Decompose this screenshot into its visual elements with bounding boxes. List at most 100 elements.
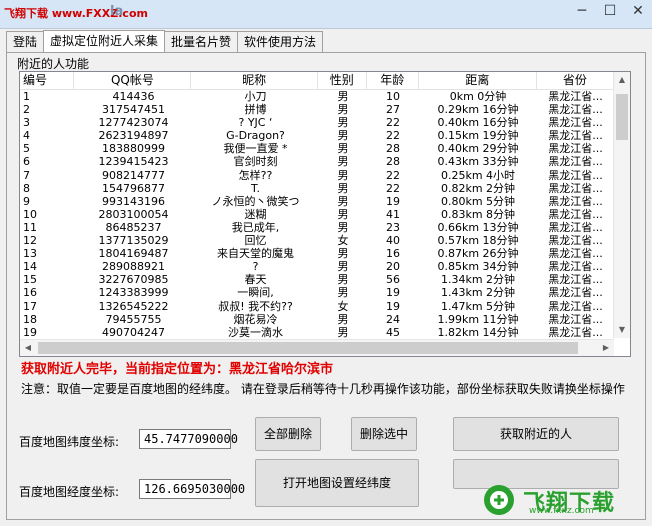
- cell-gender: 男: [337, 168, 349, 182]
- cell-qq: 154796877: [102, 181, 165, 195]
- close-button[interactable]: ✕: [624, 0, 652, 22]
- table-row[interactable]: 2 317547451 拼博 男 27 0.29km 16分钟 黑龙江省...: [20, 103, 614, 116]
- cell-distance: 0.80km 5分钟: [440, 194, 516, 208]
- cell-nickname: 叔叔! 我不约??: [218, 299, 293, 313]
- cell-province: 黑龙江省...: [548, 247, 603, 261]
- logo-icon: [484, 485, 514, 515]
- scroll-thumb[interactable]: [616, 94, 628, 140]
- table-row[interactable]: 5 183880999 我便一直爱 * 男 28 0.40km 29分钟 黑龙江省...: [20, 142, 614, 155]
- cell-nickname: 迷糊: [244, 207, 267, 221]
- table-row[interactable]: 1 414436 小刀 男 10 0km 0分钟 黑龙江省...: [20, 90, 614, 103]
- column-header[interactable]: 编号: [20, 72, 75, 89]
- cell-qq: 2623194897: [98, 129, 169, 143]
- get-nearby-button[interactable]: 获取附近的人: [453, 417, 619, 451]
- scroll-right-icon[interactable]: ▶: [598, 340, 614, 356]
- column-header[interactable]: QQ帐号: [74, 72, 192, 89]
- scroll-left-icon[interactable]: ◀: [20, 340, 36, 356]
- cell-gender: 男: [337, 129, 349, 143]
- longitude-label: 百度地图经度坐标:: [19, 485, 120, 499]
- cell-distance: 0.15km 19分钟: [437, 129, 519, 143]
- table-row[interactable]: 8 154796877 T. 男 22 0.82km 2分钟 黑龙江省...: [20, 182, 614, 195]
- tab-batch-like[interactable]: 批量名片赞: [164, 31, 239, 52]
- tab-usage[interactable]: 软件使用方法: [237, 31, 324, 52]
- cell-number: 14: [23, 260, 37, 274]
- cell-nickname: 官剑时刻: [233, 155, 278, 169]
- scroll-up-icon[interactable]: ▲: [614, 72, 630, 88]
- table-row[interactable]: 12 1377135029 回忆 女 40 0.57km 18分钟 黑龙江省...: [20, 234, 614, 247]
- horizontal-scrollbar[interactable]: ◀ ▶: [20, 339, 614, 356]
- cell-distance: 0.82km 2分钟: [440, 181, 516, 195]
- cell-province: 黑龙江省...: [548, 273, 603, 287]
- cell-number: 6: [23, 155, 30, 169]
- cell-province: 黑龙江省...: [548, 299, 603, 313]
- cell-number: 3: [23, 116, 30, 130]
- table-row[interactable]: 11 86485237 我已成年, 男 23 0.66km 13分钟 黑龙江省...: [20, 221, 614, 234]
- cell-nickname: 来自天堂的魔鬼: [217, 247, 294, 261]
- table-row[interactable]: 15 3227670985 春天 男 56 1.34km 2分钟 黑龙江省...: [20, 273, 614, 286]
- column-header[interactable]: 距离: [419, 72, 537, 89]
- cell-province: 黑龙江省...: [548, 142, 603, 156]
- cell-distance: 1.99km 11分钟: [437, 312, 519, 326]
- cell-number: 15: [23, 273, 37, 287]
- cell-qq: 1243383999: [98, 286, 169, 300]
- table-row[interactable]: 7 908214777 怎样?? 男 22 0.25km 4小时 黑龙江省...: [20, 169, 614, 182]
- scroll-thumb[interactable]: [38, 342, 578, 354]
- table-row[interactable]: 13 1804169487 来自天堂的魔鬼 男 16 0.87km 26分钟 黑龙江省...: [20, 247, 614, 260]
- table-row[interactable]: 4 2623194897 G-Dragon? 男 22 0.15km 19分钟 黑龙江省..…: [20, 129, 614, 142]
- cell-gender: 男: [337, 194, 349, 208]
- cell-nickname: 一瞬间,: [237, 286, 274, 300]
- delete-selected-button[interactable]: 删除选中: [351, 417, 417, 451]
- vertical-scrollbar[interactable]: ▲ ▼: [613, 72, 630, 338]
- table-row[interactable]: 18 79455755 烟花易冷 男 24 1.99km 11分钟 黑龙江省...: [20, 313, 614, 326]
- latitude-input[interactable]: 45.7477090000: [139, 429, 238, 449]
- cell-province: 黑龙江省...: [548, 260, 603, 274]
- table-row[interactable]: 14 289088921? 男 20 0.85km 34分钟 黑龙江省...: [20, 260, 614, 273]
- minimize-button[interactable]: ─: [568, 0, 596, 22]
- cell-age: 28: [386, 155, 400, 169]
- cell-number: 1: [23, 90, 30, 103]
- cell-province: 黑龙江省...: [548, 181, 603, 195]
- column-header[interactable]: 昵称: [191, 72, 318, 89]
- cell-gender: 男: [337, 312, 349, 326]
- tab-panel: 附近的人功能 编号 QQ帐号 昵称 性别 年龄 距离 省份 1 414436 小刀男…: [6, 52, 646, 520]
- cell-nickname: 怎样??: [238, 168, 273, 182]
- cell-province: 黑龙江省...: [548, 220, 603, 234]
- column-header[interactable]: 性别: [318, 72, 367, 89]
- latitude-label: 百度地图纬度坐标:: [19, 435, 120, 449]
- longitude-input[interactable]: 126.6695030000: [139, 479, 245, 499]
- cell-age: 41: [386, 207, 400, 221]
- cell-qq: 1804169487: [98, 247, 169, 261]
- cell-qq: 86485237: [105, 220, 162, 234]
- column-header[interactable]: 年龄: [367, 72, 419, 89]
- maximize-button[interactable]: ☐: [596, 0, 624, 22]
- tab-login[interactable]: 登陆: [6, 31, 45, 52]
- table-row[interactable]: 3 1277423074 ? YJC ‘ 男 22 0.40km 16分钟 黑龙江省...: [20, 116, 614, 129]
- cell-distance: 0.29km 16分钟: [437, 103, 519, 117]
- cell-qq: 1326545222: [98, 299, 169, 313]
- scroll-down-icon[interactable]: ▼: [614, 322, 630, 338]
- window-title: la: [110, 4, 124, 19]
- cell-age: 22: [386, 168, 400, 182]
- table-row[interactable]: 6 1239415423 官剑时刻 男 28 0.43km 33分钟 黑龙江省...: [20, 155, 614, 168]
- cell-age: 22: [386, 129, 400, 143]
- table-row[interactable]: 9 993143196 ノ永恒的丶微笑つ 男 19 0.80km 5分钟 黑龙江省...: [20, 195, 614, 208]
- title-bar: 飞翔下载 www.FXXZ.com la ─ ☐ ✕: [0, 0, 652, 29]
- cell-gender: 女: [337, 234, 349, 248]
- cell-gender: 男: [337, 273, 349, 287]
- table-row[interactable]: 19 490704247 沙莫一滴水 男 45 1.82km 14分钟 黑龙江省...: [20, 326, 614, 338]
- cell-nickname: 拼博: [244, 103, 267, 117]
- column-header[interactable]: 省份: [537, 72, 614, 89]
- cell-province: 黑龙江省...: [548, 103, 603, 117]
- table-header: 编号 QQ帐号 昵称 性别 年龄 距离 省份: [20, 72, 614, 90]
- tab-virtual-location[interactable]: 虚拟定位附近人采集: [43, 30, 166, 53]
- cell-gender: 男: [337, 325, 349, 338]
- cell-number: 7: [23, 168, 30, 182]
- cell-age: 23: [386, 220, 400, 234]
- clear-all-button[interactable]: 全部删除: [255, 417, 321, 451]
- cell-qq: 79455755: [105, 312, 162, 326]
- table-row[interactable]: 10 2803100054 迷糊 男 41 0.83km 8分钟 黑龙江省...: [20, 208, 614, 221]
- results-table[interactable]: 编号 QQ帐号 昵称 性别 年龄 距离 省份 1 414436 小刀男 10 0km 0…: [19, 71, 631, 357]
- table-row[interactable]: 17 1326545222 叔叔! 我不约?? 女 19 1.47km 5分钟 黑龙江省..…: [20, 300, 614, 313]
- table-row[interactable]: 16 1243383999 一瞬间, 男 19 1.43km 2分钟 黑龙江省...: [20, 286, 614, 299]
- open-map-button[interactable]: 打开地图设置经纬度: [255, 459, 419, 507]
